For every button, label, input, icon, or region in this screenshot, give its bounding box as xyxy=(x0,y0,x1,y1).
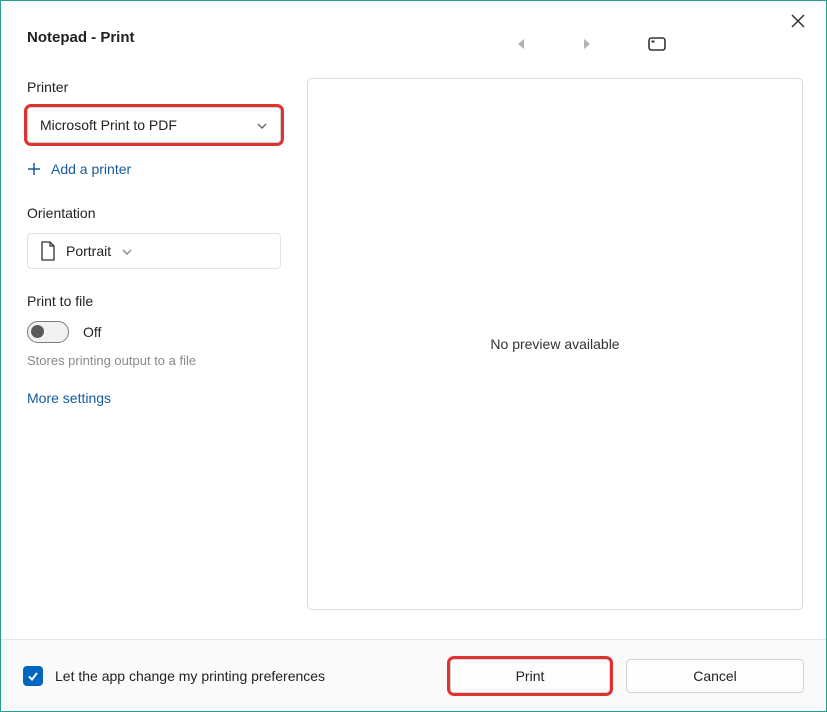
check-icon xyxy=(27,670,39,682)
close-button[interactable] xyxy=(788,11,808,31)
add-printer-label: Add a printer xyxy=(51,161,131,177)
cancel-button[interactable]: Cancel xyxy=(626,659,804,693)
options-panel: Printer Microsoft Print to PDF Add a pri… xyxy=(27,79,281,406)
triangle-right-icon xyxy=(582,38,592,50)
page-portrait-icon xyxy=(40,241,56,261)
dialog-title: Notepad - Print xyxy=(27,29,135,46)
print-button[interactable]: Print xyxy=(450,659,610,693)
chevron-down-icon xyxy=(121,243,133,259)
orientation-selected-value: Portrait xyxy=(66,243,111,259)
preferences-checkbox-row: Let the app change my printing preferenc… xyxy=(23,666,325,686)
print-to-file-state: Off xyxy=(83,324,101,340)
previous-page-button[interactable] xyxy=(516,38,526,50)
next-page-button[interactable] xyxy=(582,38,592,50)
add-printer-link[interactable]: Add a printer xyxy=(27,161,281,177)
preview-panel: No preview available xyxy=(307,78,803,610)
preferences-checkbox[interactable] xyxy=(23,666,43,686)
toggle-knob xyxy=(31,325,44,338)
chevron-down-icon xyxy=(256,117,268,133)
close-icon xyxy=(791,14,805,28)
preview-message: No preview available xyxy=(490,336,619,352)
preview-toolbar xyxy=(461,37,721,51)
printer-dropdown[interactable]: Microsoft Print to PDF xyxy=(27,107,281,143)
more-settings-link[interactable]: More settings xyxy=(27,390,281,406)
fit-page-icon xyxy=(648,37,666,51)
print-to-file-label: Print to file xyxy=(27,293,281,309)
preferences-checkbox-label: Let the app change my printing preferenc… xyxy=(55,668,325,684)
triangle-left-icon xyxy=(516,38,526,50)
print-to-file-toggle[interactable] xyxy=(27,321,69,343)
print-to-file-helper: Stores printing output to a file xyxy=(27,353,281,368)
printer-label: Printer xyxy=(27,79,281,95)
dialog-footer: Let the app change my printing preferenc… xyxy=(1,639,826,711)
orientation-label: Orientation xyxy=(27,205,281,221)
printer-selected-value: Microsoft Print to PDF xyxy=(40,117,177,133)
plus-icon xyxy=(27,162,41,176)
orientation-dropdown[interactable]: Portrait xyxy=(27,233,281,269)
fit-page-button[interactable] xyxy=(648,37,666,51)
